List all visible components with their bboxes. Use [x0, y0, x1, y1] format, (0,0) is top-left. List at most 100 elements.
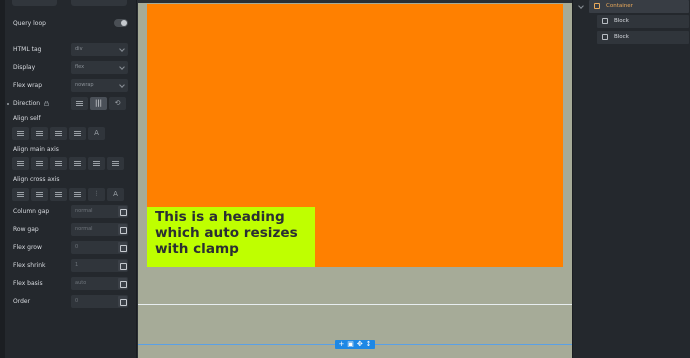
block-icon — [602, 18, 608, 24]
flex-shrink-input[interactable]: 1 — [71, 259, 128, 272]
justify-around-icon — [93, 161, 100, 166]
align-cross-axis-label: Align cross axis — [13, 176, 60, 183]
lock-icon — [44, 100, 49, 106]
justify-center-icon — [36, 161, 43, 166]
direction-reverse-button[interactable]: ⟲ — [109, 97, 126, 110]
justify-start-button[interactable] — [12, 157, 29, 170]
align-self-buttons: A — [12, 127, 105, 140]
justify-evenly-icon — [112, 161, 119, 166]
flex-grow-input[interactable]: 0 — [71, 241, 128, 254]
structure-item-block[interactable]: Block — [597, 15, 689, 28]
align-end-icon — [55, 131, 62, 136]
unit-icon[interactable] — [118, 206, 127, 217]
chevron-down-icon — [119, 46, 125, 52]
direction-buttons: ||| ⟲ — [71, 97, 126, 110]
block-icon — [602, 34, 608, 40]
align-main-axis-buttons — [12, 157, 124, 170]
guide-line — [138, 304, 572, 305]
align-main-axis-label: Align main axis — [13, 146, 59, 153]
unit-icon[interactable] — [118, 278, 127, 289]
move-icon[interactable]: ✥ — [357, 340, 363, 349]
align-self-baseline-button[interactable]: A — [88, 127, 105, 140]
display-select[interactable]: flex — [71, 61, 128, 74]
align-self-start-button[interactable] — [12, 127, 29, 140]
align-self-end-button[interactable] — [50, 127, 67, 140]
order-label: Order — [13, 298, 31, 305]
container-icon — [594, 3, 600, 9]
direction-row-button[interactable]: ||| — [90, 97, 107, 110]
align-items-baseline-button[interactable]: ⫶ — [88, 188, 105, 201]
structure-item-container[interactable]: Container — [589, 0, 689, 13]
justify-start-icon — [17, 161, 24, 166]
flex-basis-input[interactable]: auto — [71, 277, 128, 290]
heading-text: This is a heading which auto resizes wit… — [155, 209, 298, 257]
align-items-center-button[interactable] — [31, 188, 48, 201]
justify-between-button[interactable] — [69, 157, 86, 170]
align-items-end-button[interactable] — [50, 188, 67, 201]
tab-content[interactable] — [12, 0, 57, 6]
chevron-down-icon — [119, 82, 125, 88]
flex-wrap-select[interactable]: nowrap — [71, 79, 128, 92]
panel-edge — [0, 0, 5, 358]
html-tag-select[interactable]: div — [71, 43, 128, 56]
layout-icon[interactable]: ▣ — [347, 340, 354, 349]
element-toolbar: + ▣ ✥ ↕ — [335, 340, 375, 349]
query-loop-toggle[interactable] — [114, 19, 128, 27]
order-input[interactable]: 0 — [71, 295, 128, 308]
flex-wrap-value: nowrap — [75, 82, 94, 88]
tab-style[interactable] — [71, 0, 127, 6]
row-gap-input[interactable]: normal — [71, 223, 128, 236]
align-center-icon — [36, 131, 43, 136]
display-value: flex — [75, 64, 85, 70]
chevron-down-icon[interactable] — [578, 3, 584, 9]
justify-between-icon — [74, 161, 81, 166]
display-label: Display — [13, 64, 36, 71]
unit-icon[interactable] — [118, 260, 127, 271]
row-gap-label: Row gap — [13, 226, 39, 233]
query-loop-label: Query loop — [13, 20, 46, 27]
direction-label: Direction — [13, 100, 49, 108]
flex-shrink-label: Flex shrink — [13, 262, 46, 269]
align-stretch-icon — [74, 131, 81, 136]
rows-icon — [76, 101, 83, 106]
direction-column-button[interactable] — [71, 97, 88, 110]
align-stretch-icon — [74, 192, 81, 197]
html-tag-label: HTML tag — [13, 46, 42, 53]
align-items-start-button[interactable] — [12, 188, 29, 201]
justify-end-button[interactable] — [50, 157, 67, 170]
structure-panel: Container Block Block — [572, 0, 690, 358]
align-end-icon — [55, 192, 62, 197]
align-start-icon — [17, 192, 24, 197]
bullet-icon — [7, 103, 9, 105]
justify-evenly-button[interactable] — [107, 157, 124, 170]
flex-grow-label: Flex grow — [13, 244, 42, 251]
unit-icon[interactable] — [118, 224, 127, 235]
resize-icon[interactable]: ↕ — [366, 340, 372, 349]
columns-icon: ||| — [94, 99, 103, 107]
align-self-center-button[interactable] — [31, 127, 48, 140]
column-gap-label: Column gap — [13, 208, 50, 215]
justify-center-button[interactable] — [31, 157, 48, 170]
flex-wrap-label: Flex wrap — [13, 82, 43, 89]
html-tag-value: div — [75, 46, 83, 52]
text-baseline-icon: A — [113, 190, 118, 198]
justify-around-button[interactable] — [88, 157, 105, 170]
chevron-down-icon — [119, 64, 125, 70]
align-start-icon — [17, 131, 24, 136]
add-icon[interactable]: + — [338, 340, 344, 349]
column-gap-input[interactable]: normal — [71, 205, 128, 218]
unit-icon[interactable] — [118, 242, 127, 253]
align-items-text-button[interactable]: A — [107, 188, 124, 201]
align-self-stretch-button[interactable] — [69, 127, 86, 140]
heading-block[interactable]: This is a heading which auto resizes wit… — [147, 207, 315, 267]
flex-basis-label: Flex basis — [13, 280, 43, 287]
canvas-top-edge — [138, 0, 572, 3]
align-self-label: Align self — [13, 115, 41, 122]
unit-icon[interactable] — [118, 296, 127, 307]
justify-end-icon — [55, 161, 62, 166]
structure-item-block[interactable]: Block — [597, 31, 689, 44]
align-items-stretch-button[interactable] — [69, 188, 86, 201]
align-cross-axis-buttons: ⫶ A — [12, 188, 124, 201]
element-settings-panel: Query loop HTML tag div Display flex Fle… — [0, 0, 137, 358]
refresh-icon: ⟲ — [114, 99, 121, 107]
